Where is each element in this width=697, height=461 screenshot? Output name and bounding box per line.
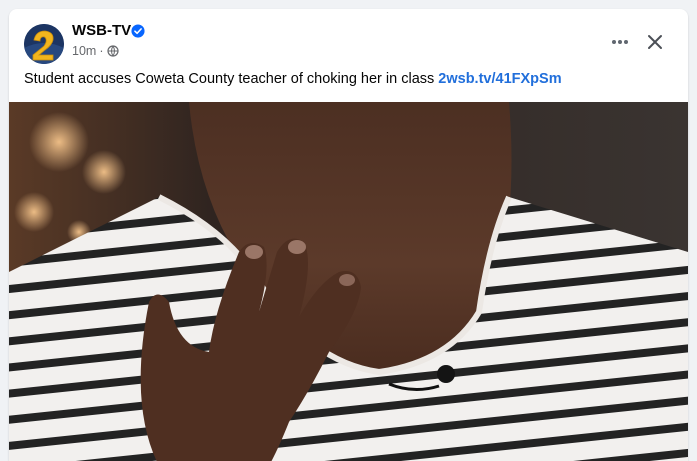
post-card: WSB-TV 10m · Student accuses Coweta Coun… — [9, 9, 688, 461]
timestamp[interactable]: 10m — [72, 44, 96, 58]
post-photo-image — [9, 102, 688, 461]
more-options-icon — [612, 40, 628, 44]
close-icon — [648, 35, 662, 49]
caption-text: Student accuses Coweta County teacher of… — [24, 71, 439, 87]
close-button[interactable] — [641, 28, 669, 56]
caption-link[interactable]: 2wsb.tv/41FXpSm — [438, 71, 561, 87]
wsb-logo-icon — [24, 24, 64, 64]
more-options-button[interactable] — [605, 30, 635, 54]
page-avatar[interactable] — [24, 24, 64, 64]
post-header: WSB-TV 10m · Student accuses Coweta Coun… — [9, 9, 688, 105]
meta-separator: · — [99, 44, 104, 58]
verified-badge-icon — [131, 24, 145, 38]
page-name[interactable]: WSB-TV — [72, 22, 131, 39]
post-meta: 10m · — [72, 44, 119, 58]
globe-icon[interactable] — [106, 45, 119, 57]
post-photo[interactable] — [9, 102, 688, 461]
post-caption: Student accuses Coweta County teacher of… — [24, 71, 562, 87]
